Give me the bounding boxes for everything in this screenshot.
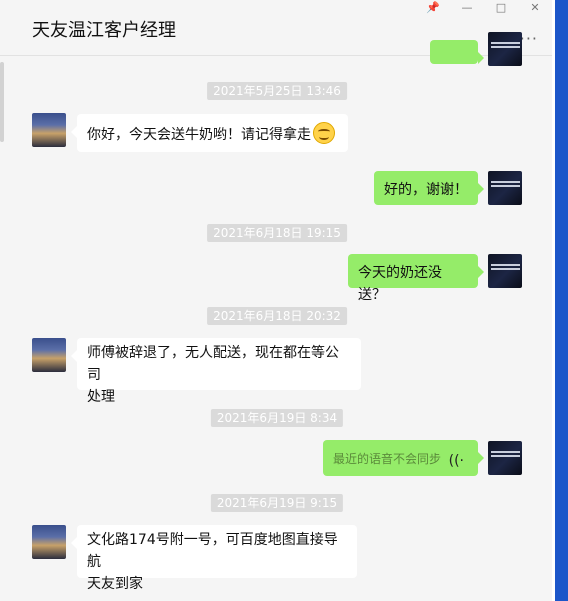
- timestamp: 2021年6月19日 9:15: [210, 494, 344, 512]
- chat-title: 天友温江客户经理: [32, 20, 176, 41]
- maximize-icon[interactable]: □: [484, 0, 518, 14]
- scrollbar[interactable]: [0, 62, 4, 142]
- avatar[interactable]: [32, 113, 66, 147]
- message-bubble[interactable]: 师傅被辞退了，无人配送，现在都在等公司 处理: [71, 338, 361, 405]
- avatar[interactable]: [488, 32, 522, 66]
- message-bubble[interactable]: 文化路174号附一号，可百度地图直接导航 天友到家: [71, 525, 357, 592]
- message-text-line: 文化路174号附一号，可百度地图直接导航: [87, 532, 338, 570]
- message-bubble[interactable]: 你好，今天会送牛奶哟！请记得拿走: [71, 114, 348, 152]
- voice-message-bubble[interactable]: 最近的语音不会同步 ((·: [323, 440, 484, 476]
- avatar[interactable]: [488, 171, 522, 205]
- message-bubble-partial[interactable]: [430, 40, 484, 64]
- message-text-line: 师傅被辞退了，无人配送，现在都在等公司: [87, 345, 339, 383]
- message-text-line: 天友到家: [87, 576, 143, 592]
- voice-wave-icon[interactable]: ((·: [449, 450, 464, 472]
- message-bubble[interactable]: 今天的奶还没送？: [348, 254, 484, 303]
- voice-note-text: 最近的语音不会同步: [333, 452, 442, 466]
- desktop-background-strip: [555, 0, 568, 601]
- avatar[interactable]: [32, 525, 66, 559]
- message-text: 好的，谢谢！: [384, 182, 468, 198]
- minimize-icon[interactable]: —: [450, 0, 484, 14]
- timestamp: 2021年6月18日 20:32: [207, 307, 347, 325]
- avatar[interactable]: [32, 338, 66, 372]
- avatar[interactable]: [488, 254, 522, 288]
- more-options-icon[interactable]: ···: [520, 29, 538, 48]
- timestamp: 2021年5月25日 13:46: [207, 82, 347, 100]
- message-text: 你好，今天会送牛奶哟！请记得拿走: [87, 127, 311, 143]
- message-bubble[interactable]: 好的，谢谢！: [374, 171, 484, 205]
- avatar[interactable]: [488, 441, 522, 475]
- window-controls: 📌 — □ ✕: [416, 0, 552, 14]
- smile-emoji: [313, 122, 335, 144]
- close-icon[interactable]: ✕: [518, 0, 552, 14]
- chat-window: 天友温江客户经理 📌 — □ ✕ ··· 2021年5月25日 13:46 你好…: [0, 0, 552, 601]
- pin-icon[interactable]: 📌: [416, 0, 450, 14]
- timestamp: 2021年6月19日 8:34: [210, 409, 344, 427]
- message-text-line: 处理: [87, 389, 115, 405]
- message-text: 今天的奶还没送？: [358, 265, 442, 303]
- timestamp: 2021年6月18日 19:15: [207, 224, 347, 242]
